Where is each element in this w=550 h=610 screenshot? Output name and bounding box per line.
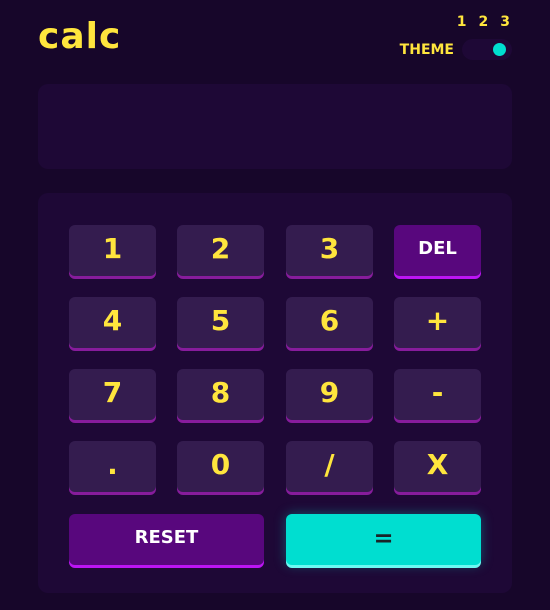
- key-9[interactable]: 9: [286, 369, 373, 420]
- key-7[interactable]: 7: [69, 369, 156, 420]
- key-4[interactable]: 4: [69, 297, 156, 348]
- multiply-button[interactable]: X: [394, 441, 481, 492]
- key-0[interactable]: 0: [177, 441, 264, 492]
- key-8[interactable]: 8: [177, 369, 264, 420]
- key-3[interactable]: 3: [286, 225, 373, 276]
- theme-label: THEME: [399, 42, 454, 58]
- key-6[interactable]: 6: [286, 297, 373, 348]
- header: calc 1 2 3 THEME: [38, 14, 512, 64]
- theme-option-1[interactable]: 1: [457, 14, 467, 30]
- plus-button[interactable]: +: [394, 297, 481, 348]
- key-5[interactable]: 5: [177, 297, 264, 348]
- divide-button[interactable]: /: [286, 441, 373, 492]
- theme-options: 1 2 3: [457, 14, 510, 30]
- key-1[interactable]: 1: [69, 225, 156, 276]
- equals-button[interactable]: =: [286, 514, 481, 565]
- theme-toggle[interactable]: [462, 39, 512, 60]
- decimal-button[interactable]: .: [69, 441, 156, 492]
- delete-button[interactable]: DEL: [394, 225, 481, 276]
- theme-option-2[interactable]: 2: [479, 14, 489, 30]
- calculator-display: [38, 84, 512, 169]
- reset-button[interactable]: RESET: [69, 514, 264, 565]
- minus-button[interactable]: -: [394, 369, 481, 420]
- calculator-app: calc 1 2 3 THEME 1 2 3 DEL 4 5 6 + 7 8 9…: [0, 0, 550, 610]
- keypad: 1 2 3 DEL 4 5 6 + 7 8 9 - . 0 / X RESET …: [38, 193, 512, 593]
- key-2[interactable]: 2: [177, 225, 264, 276]
- theme-toggle-knob[interactable]: [493, 43, 506, 56]
- theme-option-3[interactable]: 3: [500, 14, 510, 30]
- app-logo: calc: [38, 16, 122, 57]
